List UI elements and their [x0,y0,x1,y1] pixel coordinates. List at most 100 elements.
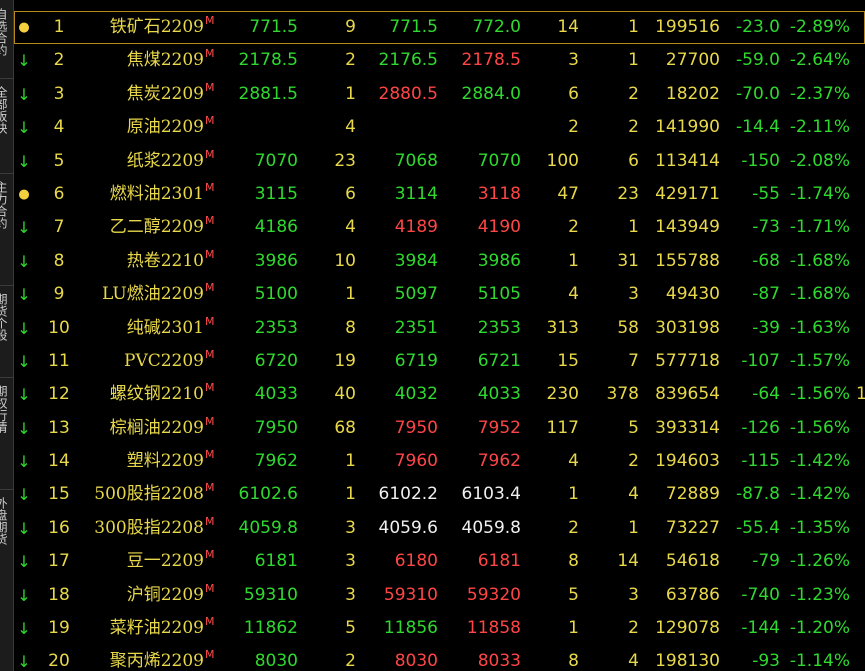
table-row[interactable]: ↓ 12 螺纹钢2210 M 4033 40 4032 4033 230 378 839654 -64… [14,378,865,411]
ask-volume: 2 [628,117,639,138]
table-row[interactable]: ↓ 8 热卷2210 M 3986 10 3984 3986 1 31 155788 -68 -1.68… [14,245,865,278]
row-index: 7 [53,217,65,238]
table-row[interactable]: ↓ 14 塑料2209 M 7962 1 7960 7962 4 2 194603 -115 -1.42… [14,445,865,478]
current-volume: 2 [345,50,356,71]
contract-name: PVC2209 [124,350,204,371]
table-row[interactable]: ↓ 10 纯碱2301 M 2353 8 2351 2353 313 58 303198 -39 -1.… [14,312,865,345]
ask-volume: 1 [628,217,639,238]
bid-price: 7960 [394,451,438,472]
open-interest: 303198 [655,317,720,338]
row-index: 9 [53,284,65,305]
left-tab-3[interactable]: 期货个股 [0,285,13,378]
down-arrow-icon: ↓ [17,151,31,171]
open-interest: 113414 [655,150,720,171]
row-index: 19 [48,618,70,639]
open-interest: 63786 [665,584,720,605]
row-index: 11 [48,350,70,371]
current-volume: 6 [345,183,356,204]
contract-name: 螺纹钢2210 [109,384,204,405]
contract-name: 乙二醇2209 [109,217,204,238]
current-volume: 1 [345,451,356,472]
bid-price: 3114 [394,183,438,204]
percent-change: -1.26% [789,551,850,572]
row-index: 16 [48,517,70,538]
ask-volume: 3 [628,584,639,605]
current-volume: 3 [345,517,356,538]
bid-price: 2351 [394,317,438,338]
last-price: 8030 [254,651,298,671]
table-row[interactable]: ↓ 4 原油2209 M 666.6 4 666.5 666.6 2 2 141990 -14.4 -2… [14,111,865,144]
price-change: -87.8 [736,484,780,505]
table-row[interactable]: ↓ 11 PVC2209 M 6720 19 6719 6721 15 7 577718 -107 -1… [14,345,865,378]
open-interest: 27700 [665,50,720,71]
bid-price: 6180 [394,551,438,572]
open-interest: 129078 [655,618,720,639]
current-volume: 3 [345,551,356,572]
table-row[interactable]: ● 6 燃料油2301 M 3115 6 3114 3118 47 23 429171 -55 -1.7… [14,178,865,211]
price-change: -23.0 [736,17,780,37]
percent-change: -1.68% [789,250,850,271]
table-row[interactable]: ↓ 9 LU燃油2209 M 5100 1 5097 5105 4 3 49430 -87 -1.68% [14,278,865,311]
bid-price: 7068 [394,150,438,171]
left-tab-4[interactable]: 期权行情 [0,377,13,490]
left-tab-5[interactable]: 外盘期货 [0,489,13,671]
last-price: 7962 [254,451,298,472]
ask-volume: 58 [617,317,639,338]
current-volume: 10 [334,250,356,271]
table-row[interactable]: ↓ 17 豆一2209 M 6181 3 6180 6181 8 14 54618 -79 -1.26% [14,545,865,578]
percent-change: -1.74% [789,183,850,204]
last-price: 5100 [254,284,298,305]
contract-name: 焦炭2209 [126,83,204,104]
current-volume: 2 [345,651,356,671]
ask-volume: 1 [628,517,639,538]
table-row[interactable]: ↓ 5 纸浆2209 M 7070 23 7068 7070 100 6 113414 -150 -2.… [14,145,865,178]
last-price: 7950 [254,417,298,438]
last-price: 2353 [254,317,298,338]
bid-volume: 2 [568,117,579,138]
bid-volume: 4 [568,451,579,472]
bid-volume: 6 [568,83,579,104]
dot-marker-icon: ● [18,186,30,202]
table-row[interactable]: ● 1 铁矿石2209 M 771.5 9 771.5 772.0 14 1 199516 -23.0… [14,11,865,45]
bid-price: 4189 [394,217,438,238]
table-row[interactable]: ↓ 16 300股指2208 M 4059.8 3 4059.6 4059.8 2 1 73227-… [14,512,865,545]
table-row[interactable]: ↓ 18 沪铜2209 M 59310 3 59310 59320 5 3 63786 -740 -1.… [14,579,865,612]
left-tab-1[interactable]: 全部板块 [0,78,13,174]
price-change: -73 [752,217,780,238]
last-price: 4059.8 [238,517,298,538]
table-row[interactable]: ↓ 2 焦煤2209 M 2178.5 2 2176.5 2178.5 3 1 27700 -59.0… [14,44,865,77]
contract-name: 沪铜2209 [126,584,204,605]
ask-price: 4059.8 [461,517,521,538]
table-row[interactable]: ↓ 7 乙二醇2209 M 4186 4 4189 4190 2 1 143949 -73 -1.71% [14,211,865,244]
table-row[interactable]: ↓ 20 聚丙烯2209 M 8030 2 8030 8033 8 4 198130 -93 -1.14… [14,645,865,671]
row-index: 2 [53,50,65,71]
contract-name: 300股指2208 [94,517,204,538]
ask-price: 4033 [477,384,521,405]
bid-volume: 8 [568,651,579,671]
left-tab-0[interactable]: 自选合约 [0,0,13,79]
bid-volume: 100 [546,150,579,171]
ask-price: 11858 [466,618,521,639]
table-row[interactable]: ↓ 15 500股指2208 M 6102.6 1 6102.2 6103.4 1 4 72889-… [14,478,865,511]
last-price: 4186 [254,217,298,238]
price-change: -14.4 [736,117,780,138]
left-tab-2[interactable]: 主力合约 [0,173,13,286]
bid-volume: 117 [546,417,579,438]
down-arrow-icon: ↓ [17,251,31,271]
row-index: 13 [48,417,70,438]
contract-name: 塑料2209 [126,451,204,472]
table-row[interactable]: ↓ 3 焦炭2209 M 2881.5 1 2880.5 2884.0 6 2 18202 -70.0… [14,78,865,111]
ask-price: 8033 [477,651,521,671]
row-index: 15 [48,484,70,505]
down-arrow-icon: ↓ [17,218,31,238]
bid-price: 2176.5 [378,50,438,71]
table-row[interactable]: ↓ 13 棕榈油2209 M 7950 68 7950 7952 117 5 393314 -126-… [14,412,865,445]
ask-price: 6103.4 [461,484,521,505]
contract-name: 燃料油2301 [109,183,204,204]
table-row[interactable]: ↓ 19 菜籽油2209 M 11862 5 11856 11858 1 2 129078 -144-… [14,612,865,645]
down-arrow-icon: ↓ [17,652,31,671]
bid-price: 11856 [383,618,438,639]
open-interest: 199516 [655,17,720,37]
bid-volume: 3 [568,50,579,71]
row-index: 14 [48,451,70,472]
